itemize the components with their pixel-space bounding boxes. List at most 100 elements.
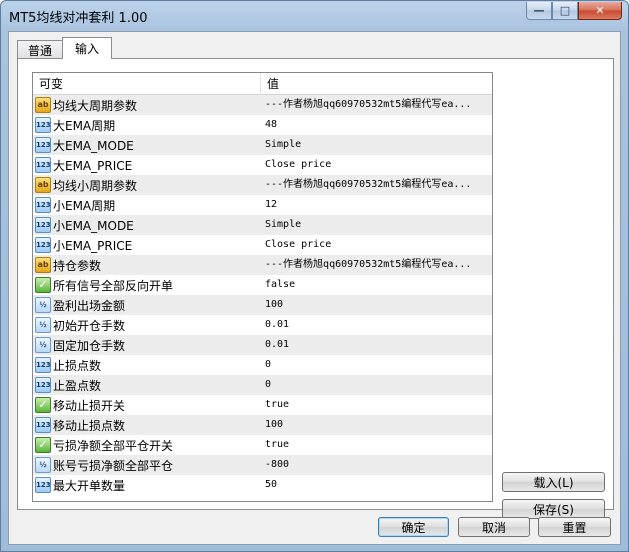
tab-inputs[interactable]: 输入 — [62, 37, 113, 59]
grid-row[interactable]: 123 最大开单数量 50 — [33, 475, 492, 495]
grid-row[interactable]: ½ 账号亏损净额全部平仓 -800 — [33, 455, 492, 475]
grid-row[interactable]: ½ 盈利出场金额 100 — [33, 295, 492, 315]
boolean-type-icon: ✓ — [35, 277, 51, 293]
parameter-value[interactable]: Simple — [261, 135, 492, 155]
ok-button[interactable]: 确定 — [378, 517, 449, 537]
parameter-name: 大EMA_PRICE — [53, 158, 133, 173]
double-type-icon: ½ — [35, 297, 51, 313]
parameter-name-cell: ab 持仓参数 — [33, 255, 261, 275]
grid-row[interactable]: 123 小EMA_MODE Simple — [33, 215, 492, 235]
parameter-value[interactable]: 12 — [261, 195, 492, 215]
string-type-icon: ab — [35, 97, 51, 113]
string-type-icon: ab — [35, 257, 51, 273]
parameter-name: 初始开仓手数 — [53, 318, 126, 333]
parameter-value[interactable]: ---作者杨旭qq60970532mt5编程代写ea... — [261, 255, 492, 275]
parameter-name: 持仓参数 — [53, 258, 102, 273]
boolean-type-icon: ✓ — [35, 437, 51, 453]
integer-type-icon: 123 — [35, 357, 51, 373]
parameter-name-cell: 123 小EMA_PRICE — [33, 235, 261, 255]
grid-row[interactable]: 123 移动止损点数 100 — [33, 415, 492, 435]
parameter-value[interactable]: 0 — [261, 375, 492, 395]
save-button[interactable]: 保存(S) — [502, 499, 605, 519]
double-type-icon: ½ — [35, 457, 51, 473]
parameter-name: 最大开单数量 — [53, 478, 126, 493]
parameter-value[interactable]: false — [261, 275, 492, 295]
parameter-name-cell: ✓ 亏损净额全部平仓开关 — [33, 435, 261, 455]
caption-buttons: — □ ✕ — [526, 2, 622, 20]
parameter-name: 均线大周期参数 — [53, 98, 138, 113]
grid-row[interactable]: 123 小EMA_PRICE Close price — [33, 235, 492, 255]
parameter-name: 大EMA周期 — [53, 118, 116, 133]
tab-strip: 普通 输入 — [17, 37, 113, 59]
dialog-window: MT5均线对冲套利 1.00 — □ ✕ 普通 输入 可变 值 ab 均线大周期参… — [0, 0, 629, 552]
grid-row[interactable]: 123 止盈点数 0 — [33, 375, 492, 395]
grid-row[interactable]: ✓ 移动止损开关 true — [33, 395, 492, 415]
tab-common[interactable]: 普通 — [17, 40, 64, 59]
column-header-variable[interactable]: 可变 — [33, 73, 261, 95]
parameter-name: 止盈点数 — [53, 378, 102, 393]
parameter-name: 小EMA周期 — [53, 198, 116, 213]
grid-row[interactable]: ½ 固定加仓手数 0.01 — [33, 335, 492, 355]
parameter-value[interactable]: ---作者杨旭qq60970532mt5编程代写ea... — [261, 175, 492, 195]
grid-row[interactable]: ✓ 亏损净额全部平仓开关 true — [33, 435, 492, 455]
parameter-value[interactable]: 0.01 — [261, 335, 492, 355]
parameter-name: 盈利出场金额 — [53, 298, 126, 313]
close-button[interactable]: ✕ — [578, 2, 622, 20]
integer-type-icon: 123 — [35, 117, 51, 133]
parameter-name-cell: 123 移动止损点数 — [33, 415, 261, 435]
integer-type-icon: 123 — [35, 137, 51, 153]
double-type-icon: ½ — [35, 317, 51, 333]
parameter-value[interactable]: Close price — [261, 155, 492, 175]
parameter-value[interactable]: -800 — [261, 455, 492, 475]
parameters-grid: 可变 值 ab 均线大周期参数 ---作者杨旭qq60970532mt5编程代写ea… — [32, 72, 493, 502]
parameter-value[interactable]: Simple — [261, 215, 492, 235]
integer-type-icon: 123 — [35, 377, 51, 393]
parameter-name-cell: 123 大EMA周期 — [33, 115, 261, 135]
parameter-value[interactable]: 50 — [261, 475, 492, 495]
grid-row[interactable]: 123 止损点数 0 — [33, 355, 492, 375]
grid-row[interactable]: 123 大EMA_PRICE Close price — [33, 155, 492, 175]
grid-rows: ab 均线大周期参数 ---作者杨旭qq60970532mt5编程代写ea... 12… — [33, 95, 492, 495]
parameter-name-cell: ✓ 所有信号全部反向开单 — [33, 275, 261, 295]
parameter-name-cell: ½ 初始开仓手数 — [33, 315, 261, 335]
parameter-name: 亏损净额全部平仓开关 — [53, 438, 174, 453]
parameter-value[interactable]: Close price — [261, 235, 492, 255]
grid-row[interactable]: 123 小EMA周期 12 — [33, 195, 492, 215]
title-bar[interactable]: MT5均线对冲套利 1.00 — □ ✕ — [1, 1, 628, 31]
integer-type-icon: 123 — [35, 157, 51, 173]
parameter-name-cell: ab 均线小周期参数 — [33, 175, 261, 195]
grid-row[interactable]: ab 持仓参数 ---作者杨旭qq60970532mt5编程代写ea... — [33, 255, 492, 275]
double-type-icon: ½ — [35, 337, 51, 353]
parameter-name: 小EMA_PRICE — [53, 238, 133, 253]
grid-row[interactable]: 123 大EMA_MODE Simple — [33, 135, 492, 155]
parameter-value[interactable]: 100 — [261, 415, 492, 435]
parameter-name-cell: ½ 账号亏损净额全部平仓 — [33, 455, 261, 475]
grid-row[interactable]: ab 均线小周期参数 ---作者杨旭qq60970532mt5编程代写ea... — [33, 175, 492, 195]
parameter-value[interactable]: true — [261, 395, 492, 415]
inputs-tab-page: 可变 值 ab 均线大周期参数 ---作者杨旭qq60970532mt5编程代写ea… — [17, 58, 614, 519]
load-button[interactable]: 载入(L) — [502, 472, 605, 492]
parameter-value[interactable]: 48 — [261, 115, 492, 135]
integer-type-icon: 123 — [35, 417, 51, 433]
parameter-name-cell: 123 止损点数 — [33, 355, 261, 375]
column-header-value[interactable]: 值 — [261, 73, 491, 95]
parameter-name: 移动止损开关 — [53, 398, 126, 413]
grid-row[interactable]: ✓ 所有信号全部反向开单 false — [33, 275, 492, 295]
string-type-icon: ab — [35, 177, 51, 193]
parameter-value[interactable]: 0 — [261, 355, 492, 375]
parameter-value[interactable]: 0.01 — [261, 315, 492, 335]
maximize-button[interactable]: □ — [552, 2, 578, 20]
grid-row[interactable]: 123 大EMA周期 48 — [33, 115, 492, 135]
parameter-name-cell: ½ 盈利出场金额 — [33, 295, 261, 315]
cancel-button[interactable]: 取消 — [458, 517, 530, 537]
parameter-name: 均线小周期参数 — [53, 178, 138, 193]
grid-row[interactable]: ½ 初始开仓手数 0.01 — [33, 315, 492, 335]
reset-button[interactable]: 重置 — [538, 517, 611, 537]
parameter-name: 固定加仓手数 — [53, 338, 126, 353]
parameter-value[interactable]: ---作者杨旭qq60970532mt5编程代写ea... — [261, 95, 492, 115]
parameter-value[interactable]: true — [261, 435, 492, 455]
parameter-value[interactable]: 100 — [261, 295, 492, 315]
minimize-button[interactable]: — — [526, 2, 552, 20]
parameter-name-cell: 123 大EMA_MODE — [33, 135, 261, 155]
grid-row[interactable]: ab 均线大周期参数 ---作者杨旭qq60970532mt5编程代写ea... — [33, 95, 492, 115]
